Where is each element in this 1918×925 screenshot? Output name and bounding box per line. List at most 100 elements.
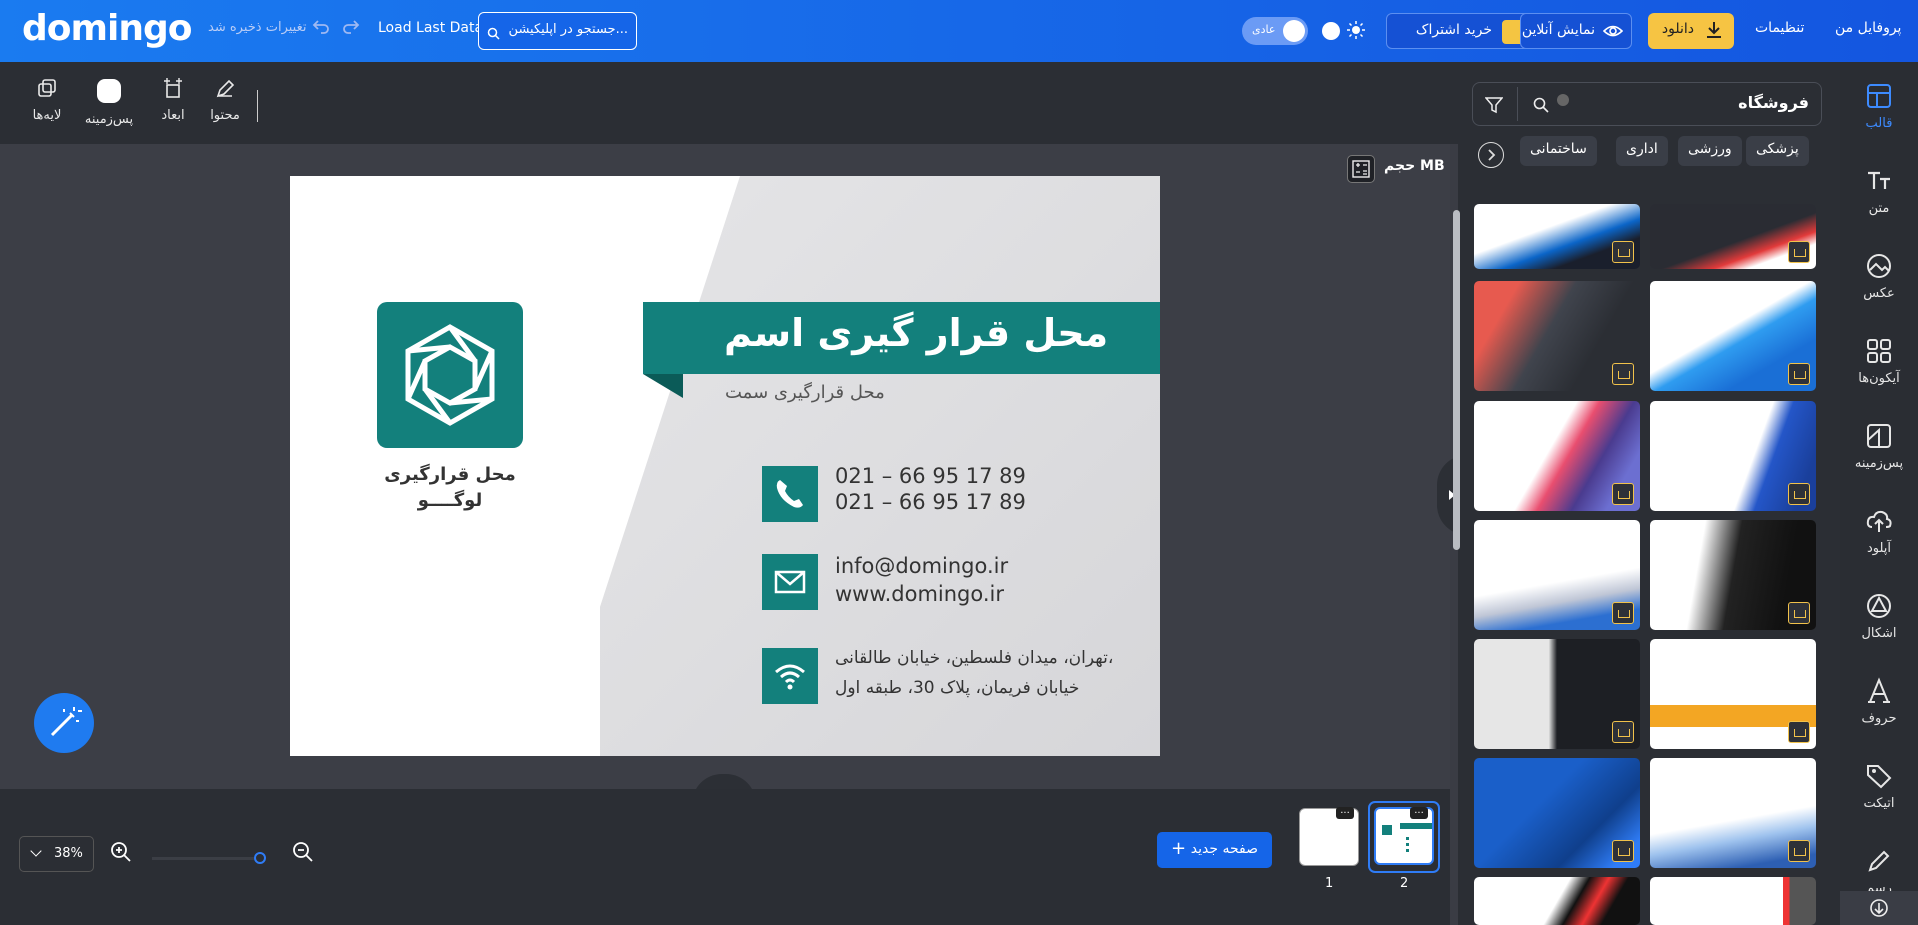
toolbar-content[interactable]: محتوا [200, 78, 250, 123]
template-thumbnail[interactable] [1650, 204, 1816, 269]
subscribe-button[interactable]: خرید اشتراک [1386, 13, 1537, 49]
card-position[interactable]: محل قرارگیری سمت [725, 382, 885, 403]
settings-link[interactable]: تنظیمات [1755, 20, 1804, 36]
template-thumbnail[interactable] [1650, 520, 1816, 630]
template-thumbnail[interactable] [1650, 281, 1816, 391]
email-text[interactable]: info@domingo.ir [835, 554, 1008, 578]
sidebar-item-label: آپلود [1866, 541, 1892, 556]
premium-crown-icon [1612, 241, 1634, 263]
page-menu-icon[interactable]: ... [1410, 806, 1428, 819]
theme-dot [1322, 22, 1340, 40]
calculator-icon[interactable] [1347, 155, 1375, 183]
template-thumbnail[interactable] [1474, 401, 1640, 511]
online-preview-button[interactable]: نمایش آنلاین [1520, 13, 1632, 49]
template-thumbnail[interactable] [1650, 401, 1816, 511]
toggle-knob [1283, 20, 1305, 42]
app-logo[interactable]: domingo [22, 8, 192, 49]
premium-crown-icon [1612, 483, 1634, 505]
zoom-slider[interactable] [152, 852, 266, 864]
zoom-out-icon[interactable] [292, 841, 314, 867]
right-sidebar: قالب متن عکس آیکون‌ها پس‌زمینه آپلود اشک… [1840, 62, 1918, 925]
address-line1[interactable]: تهران، میدان فلسطین، خیابان طالقانی، [835, 648, 1113, 668]
template-thumbnail[interactable] [1474, 639, 1640, 749]
sidebar-item-label: پس‌زمینه [1854, 456, 1904, 471]
page-number-1: 1 [1325, 876, 1334, 891]
load-last-data-button[interactable]: Load Last Data [378, 20, 483, 36]
download-label: دانلود [1661, 21, 1694, 37]
page-thumbnail-1[interactable]: ... [1299, 806, 1359, 866]
sidebar-item-letters[interactable]: حروف [1840, 669, 1918, 749]
sidebar-scroll-down[interactable] [1840, 891, 1918, 925]
background-icon [1867, 424, 1891, 448]
template-thumbnail[interactable] [1474, 758, 1640, 868]
template-thumbnail[interactable] [1474, 520, 1640, 630]
app-search-input[interactable]: جستجو در اپلیکیشن... [478, 12, 637, 50]
zoom-select[interactable]: 38% [19, 836, 94, 872]
zoom-in-icon[interactable] [110, 841, 132, 867]
sidebar-item-shapes[interactable]: اشکال [1840, 584, 1918, 664]
templates-panel: فروشگاه پزشکی ورزشی اداری ساختمانی [1458, 62, 1840, 925]
magic-wand-button[interactable] [34, 693, 94, 753]
clear-icon[interactable] [1557, 94, 1569, 106]
eye-icon [1602, 22, 1624, 44]
template-thumbnail[interactable] [1650, 877, 1816, 925]
toolbar-dimensions[interactable]: ابعاد [148, 78, 198, 123]
sidebar-item-upload[interactable]: آپلود [1840, 499, 1918, 579]
sidebar-item-label: متن [1868, 201, 1890, 216]
color-swatch-icon [97, 79, 121, 103]
template-thumbnail[interactable] [1650, 758, 1816, 868]
toolbar-layers-label: لایه‌ها [32, 108, 62, 123]
sidebar-item-label: اتیکت [1863, 796, 1895, 811]
phone-2[interactable]: 021 – 66 95 17 89 [835, 490, 1026, 514]
chevron-left-icon[interactable] [1478, 142, 1504, 168]
page-thumbnail-2[interactable]: ... [1374, 806, 1434, 865]
phone-1[interactable]: 021 – 66 95 17 89 [835, 464, 1026, 488]
page-menu-icon[interactable]: ... [1336, 806, 1354, 819]
panel-scrollbar[interactable] [1453, 210, 1460, 550]
template-thumbnail[interactable] [1474, 204, 1640, 269]
sidebar-item-label: قالب [1865, 116, 1893, 131]
category-chip-sports[interactable]: ورزشی [1678, 136, 1742, 166]
sidebar-item-template[interactable]: قالب [1840, 74, 1918, 154]
premium-crown-icon [1612, 363, 1634, 385]
category-chip-medical[interactable]: پزشکی [1746, 136, 1809, 166]
undo-icon[interactable] [310, 16, 332, 38]
template-thumbnail[interactable] [1474, 281, 1640, 391]
premium-crown-icon [1788, 241, 1810, 263]
template-search-value: فروشگاه [1738, 93, 1809, 112]
address-line2[interactable]: خیابان فریمان، پلاک 30، طبقه اول [835, 678, 1079, 698]
tag-icon [1867, 765, 1892, 789]
sidebar-item-text[interactable]: متن [1840, 159, 1918, 239]
category-chip-office[interactable]: اداری [1616, 136, 1668, 166]
premium-crown-icon [1788, 840, 1810, 862]
toolbar-layers[interactable]: لایه‌ها [22, 78, 72, 123]
logo-caption-line2[interactable]: لوگــــو [350, 490, 550, 511]
logo-caption-line1[interactable]: محل قرارگیری [350, 464, 550, 485]
category-chip-construction[interactable]: ساختمانی [1520, 136, 1597, 166]
sidebar-item-label: عکس [1863, 286, 1895, 301]
premium-crown-icon [1788, 483, 1810, 505]
business-card-canvas[interactable]: محل قرار گیری اسم محل قرارگیری سمت محل ق… [290, 176, 1160, 756]
website-text[interactable]: www.domingo.ir [835, 582, 1004, 606]
theme-toggle-label: عادی [1252, 23, 1276, 36]
premium-crown-icon [1788, 721, 1810, 743]
filter-icon[interactable] [1484, 96, 1504, 118]
top-bar: domingo تغییرات ذخیره شد Load Last Data … [0, 0, 1918, 62]
download-button[interactable]: دانلود [1648, 13, 1734, 49]
toolbar-background[interactable]: پس‌زمینه [83, 78, 135, 127]
zoom-slider-knob[interactable] [254, 852, 266, 864]
profile-link[interactable]: پروفایل من [1835, 20, 1901, 36]
redo-icon[interactable] [340, 16, 362, 38]
template-thumbnail[interactable] [1650, 639, 1816, 749]
card-logo[interactable] [377, 302, 523, 448]
template-search-input[interactable]: فروشگاه [1472, 82, 1822, 126]
template-thumbnail[interactable] [1474, 877, 1640, 925]
sidebar-item-icons[interactable]: آیکون‌ها [1840, 329, 1918, 409]
theme-toggle[interactable]: عادی [1242, 17, 1308, 45]
sidebar-item-image[interactable]: عکس [1840, 244, 1918, 324]
sidebar-item-tag[interactable]: اتیکت [1840, 754, 1918, 834]
new-page-button[interactable]: + صفحه جدید [1157, 832, 1272, 868]
search-icon [1533, 97, 1549, 117]
premium-crown-icon [1612, 840, 1634, 862]
sidebar-item-background[interactable]: پس‌زمینه [1840, 414, 1918, 494]
